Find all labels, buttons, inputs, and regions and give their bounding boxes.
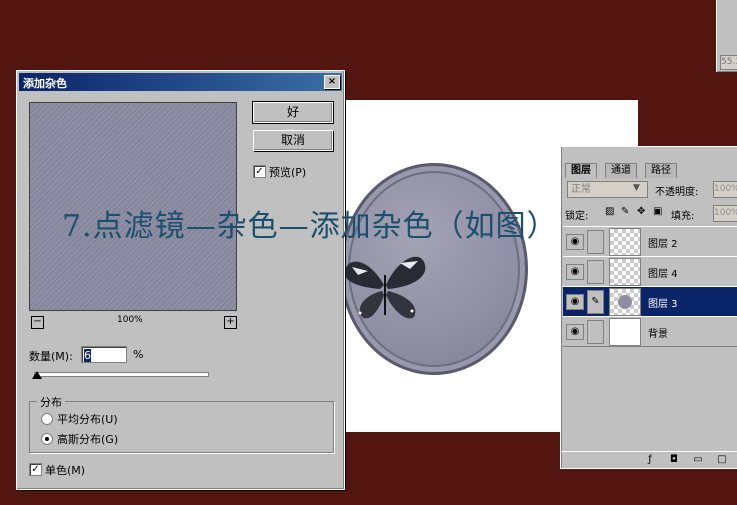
amount-slider-track[interactable] [34, 372, 209, 377]
tab-paths[interactable]: 路径 [645, 163, 677, 178]
ok-button[interactable]: 好 [252, 101, 334, 124]
layer-name: 图层 3 [648, 299, 678, 310]
layer-row-background[interactable]: ◉ 背景 [563, 316, 737, 347]
layer-name: 图层 4 [648, 269, 678, 280]
close-button[interactable]: × [324, 75, 340, 89]
new-layer-icon[interactable]: □ [717, 455, 727, 465]
opacity-label: 不透明度: [655, 187, 699, 198]
layers-panel: 图层 通道 路径 正常 ▼ 不透明度: 100% 锁定: ▨ ✎ ✥ ▣ 填充:… [560, 146, 737, 469]
navigator-zoom-field[interactable]: 55.3 [720, 55, 737, 70]
uniform-label: 平均分布(U) [57, 413, 118, 426]
eye-icon[interactable]: ◉ [566, 234, 584, 250]
brush-icon[interactable]: ✎ [587, 290, 604, 314]
monochromatic-checkbox[interactable]: ✓ [29, 463, 42, 476]
eye-icon[interactable]: ◉ [566, 324, 584, 340]
uniform-radio[interactable] [41, 413, 53, 425]
lock-transparency-icon[interactable]: ▨ [605, 206, 614, 217]
layer-mask-icon[interactable]: ◘ [669, 455, 679, 465]
layer-name: 背景 [648, 329, 668, 340]
layer-thumbnail [609, 288, 641, 316]
amount-value: 6 [84, 349, 91, 362]
fill-field[interactable]: 100% [713, 205, 737, 222]
layer-style-icon[interactable]: ƒ [645, 455, 655, 465]
gaussian-label: 高斯分布(G) [57, 433, 119, 446]
tab-layers[interactable]: 图层 [565, 163, 597, 178]
layer-link-slot[interactable] [587, 230, 604, 254]
tab-channels[interactable]: 通道 [605, 163, 637, 178]
layer-row-2[interactable]: ◉ 图层 2 [563, 226, 737, 257]
add-noise-dialog: 添加杂色 × − 100% + 好 取消 ✓ 预览(P) 数量(M): 6 % … [16, 70, 345, 490]
opacity-field[interactable]: 100% [713, 181, 737, 198]
monochromatic-label: 单色(M) [45, 464, 86, 477]
chevron-down-icon: ▼ [633, 183, 640, 193]
layer-folder-icon[interactable]: ▭ [693, 455, 703, 465]
lock-brush-icon[interactable]: ✎ [621, 206, 629, 217]
eye-icon[interactable]: ◉ [566, 264, 584, 280]
lock-all-icon[interactable]: ▣ [653, 206, 662, 217]
preview-checkbox[interactable]: ✓ [253, 165, 266, 178]
zoom-out-button[interactable]: − [31, 316, 44, 329]
tutorial-caption: 7.点滤镜—杂色—添加杂色（如图） [62, 209, 558, 244]
amount-slider-thumb[interactable] [31, 371, 42, 379]
preview-zoom-level: 100% [117, 315, 143, 325]
zoom-in-button[interactable]: + [224, 316, 237, 329]
butterfly-image [344, 256, 426, 319]
dialog-titlebar[interactable]: 添加杂色 × [19, 73, 342, 91]
lock-label: 锁定: [565, 211, 589, 222]
navigator-panel-fragment: 55.3 [716, 0, 737, 72]
amount-unit: % [133, 348, 144, 361]
amount-input[interactable]: 6 [81, 346, 127, 363]
amount-label: 数量(M): [29, 350, 73, 363]
eye-icon[interactable]: ◉ [566, 294, 584, 310]
layer-thumbnail [609, 228, 641, 256]
lock-move-icon[interactable]: ✥ [637, 206, 645, 217]
preview-label: 预览(P) [269, 166, 307, 179]
gaussian-radio[interactable] [41, 433, 53, 445]
cancel-button[interactable]: 取消 [253, 130, 333, 151]
distribution-title: 分布 [37, 394, 65, 410]
fill-label: 填充: [671, 211, 695, 222]
layer-link-slot[interactable] [587, 320, 604, 344]
layer-row-4[interactable]: ◉ 图层 4 [563, 256, 737, 287]
layer-row-3[interactable]: ◉ ✎ 图层 3 [563, 286, 737, 317]
layer-thumbnail [609, 258, 641, 286]
layer-name: 图层 2 [648, 239, 678, 250]
layers-footer: ƒ ◘ ▭ □ [561, 451, 737, 469]
layer-thumbnail [609, 318, 641, 346]
dialog-title: 添加杂色 [23, 77, 67, 90]
layer-link-slot[interactable] [587, 260, 604, 284]
